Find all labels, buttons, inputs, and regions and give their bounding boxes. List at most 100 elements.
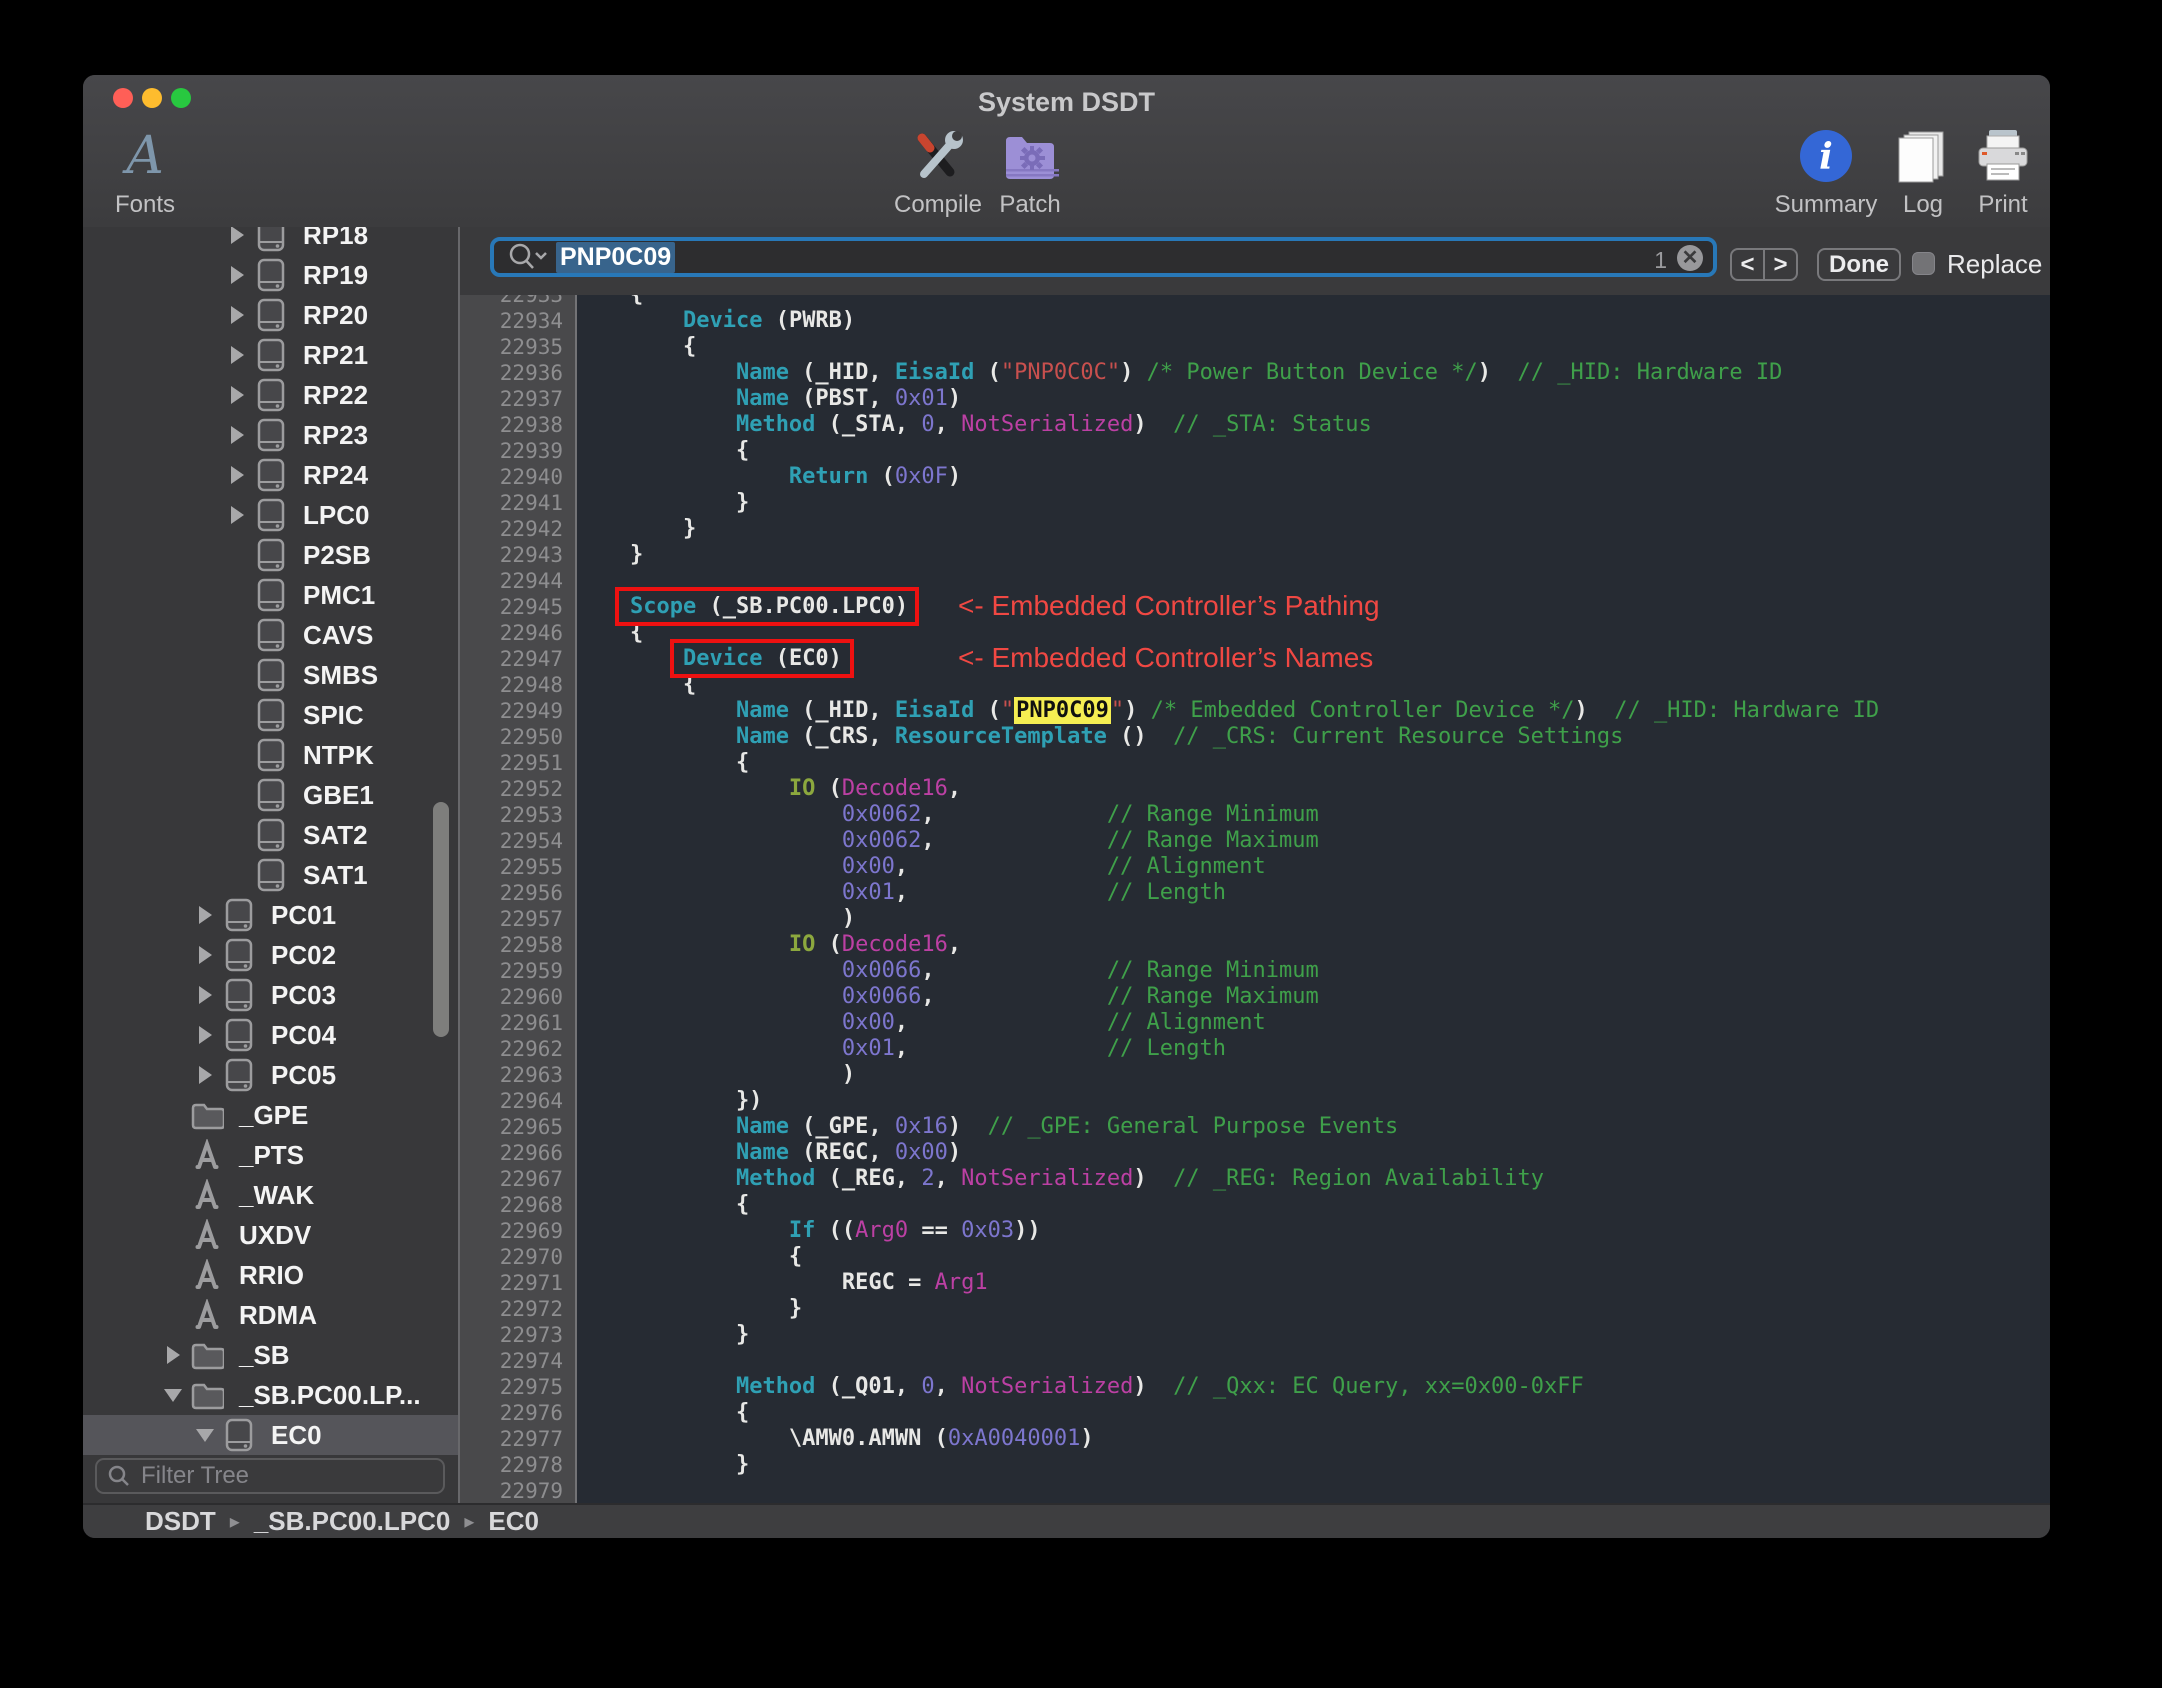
- disclosure-collapsed-icon[interactable]: [159, 1346, 187, 1364]
- breadcrumb-item[interactable]: _SB.PC00.LPC0: [254, 1506, 451, 1537]
- disclosure-collapsed-icon[interactable]: [223, 346, 251, 364]
- code-line[interactable]: 22958 IO (Decode16,: [460, 932, 2050, 958]
- disclosure-collapsed-icon[interactable]: [223, 306, 251, 324]
- disclosure-collapsed-icon[interactable]: [223, 386, 251, 404]
- tree-item-spic[interactable]: SPIC: [83, 695, 458, 735]
- code-line[interactable]: 22949 Name (_HID, EisaId ("PNP0C09") /* …: [460, 697, 2050, 724]
- tree-item--sb-pc00-lp-[interactable]: _SB.PC00.LP...: [83, 1375, 458, 1415]
- disclosure-collapsed-icon[interactable]: [223, 227, 251, 244]
- tree-item-sat1[interactable]: SAT1: [83, 855, 458, 895]
- breadcrumb-item[interactable]: DSDT: [145, 1506, 216, 1537]
- tree-item-pc03[interactable]: PC03: [83, 975, 458, 1015]
- code-line[interactable]: 22936 Name (_HID, EisaId ("PNP0C0C") /* …: [460, 360, 2050, 386]
- done-button[interactable]: Done: [1817, 248, 1901, 281]
- code-line[interactable]: 22957 ): [460, 906, 2050, 932]
- code-line[interactable]: 22960 0x0066, // Range Maximum: [460, 984, 2050, 1010]
- code-line[interactable]: 22951 {: [460, 750, 2050, 776]
- breadcrumb-item[interactable]: EC0: [488, 1506, 539, 1537]
- tree-item-rp19[interactable]: RP19: [83, 255, 458, 295]
- code-line[interactable]: 22975 Method (_Q01, 0, NotSerialized) //…: [460, 1374, 2050, 1400]
- code-line[interactable]: 22938 Method (_STA, 0, NotSerialized) //…: [460, 412, 2050, 438]
- code-line[interactable]: 22965 Name (_GPE, 0x16) // _GPE: General…: [460, 1114, 2050, 1140]
- tree-item-ec0[interactable]: EC0: [83, 1415, 458, 1455]
- tree-item-gbe1[interactable]: GBE1: [83, 775, 458, 815]
- tree-item-ntpk[interactable]: NTPK: [83, 735, 458, 775]
- disclosure-collapsed-icon[interactable]: [191, 906, 219, 924]
- search-input[interactable]: PNP0C09 1 ✕: [490, 237, 1717, 277]
- code-line[interactable]: 22939 {: [460, 438, 2050, 464]
- tree-item-sat2[interactable]: SAT2: [83, 815, 458, 855]
- disclosure-collapsed-icon[interactable]: [223, 266, 251, 284]
- code-line[interactable]: 22933 {: [460, 295, 2050, 308]
- tree-item-pc05[interactable]: PC05: [83, 1055, 458, 1095]
- tree-item-pmc1[interactable]: PMC1: [83, 575, 458, 615]
- print-button[interactable]: Print: [1943, 127, 2050, 219]
- tree-item-rp24[interactable]: RP24: [83, 455, 458, 495]
- tree-item-rp22[interactable]: RP22: [83, 375, 458, 415]
- code-line[interactable]: 22963 ): [460, 1062, 2050, 1088]
- tree-item-pc02[interactable]: PC02: [83, 935, 458, 975]
- code-line[interactable]: 22962 0x01, // Length: [460, 1036, 2050, 1062]
- code-line[interactable]: 22953 0x0062, // Range Minimum: [460, 802, 2050, 828]
- tree-item-p2sb[interactable]: P2SB: [83, 535, 458, 575]
- sidebar-scrollbar[interactable]: [433, 802, 449, 1037]
- filter-tree-input[interactable]: Filter Tree: [95, 1458, 445, 1494]
- code-line[interactable]: 22972 }: [460, 1296, 2050, 1322]
- tree-item-rp23[interactable]: RP23: [83, 415, 458, 455]
- code-line[interactable]: 22942 }: [460, 516, 2050, 542]
- code-line[interactable]: 22968 {: [460, 1192, 2050, 1218]
- code-line[interactable]: 22978 }: [460, 1452, 2050, 1478]
- tree-item-pc01[interactable]: PC01: [83, 895, 458, 935]
- code-line[interactable]: 22964 }): [460, 1088, 2050, 1114]
- replace-checkbox[interactable]: [1912, 252, 1935, 275]
- code-line[interactable]: 22937 Name (PBST, 0x01): [460, 386, 2050, 412]
- code-line[interactable]: 22943 }: [460, 542, 2050, 568]
- disclosure-expanded-icon[interactable]: [159, 1388, 187, 1402]
- tree-item-rrio[interactable]: RRIO: [83, 1255, 458, 1295]
- clear-search-icon[interactable]: ✕: [1677, 245, 1703, 271]
- tree-item-smbs[interactable]: SMBS: [83, 655, 458, 695]
- disclosure-collapsed-icon[interactable]: [191, 946, 219, 964]
- code-line[interactable]: 22950 Name (_CRS, ResourceTemplate () //…: [460, 724, 2050, 750]
- disclosure-collapsed-icon[interactable]: [223, 426, 251, 444]
- tree-item-rp21[interactable]: RP21: [83, 335, 458, 375]
- code-line[interactable]: 22979: [460, 1478, 2050, 1503]
- tree-item-rp20[interactable]: RP20: [83, 295, 458, 335]
- fonts-button[interactable]: A Fonts: [85, 127, 205, 219]
- disclosure-collapsed-icon[interactable]: [223, 506, 251, 524]
- code-line[interactable]: 22952 IO (Decode16,: [460, 776, 2050, 802]
- tree-item--wak[interactable]: _WAK: [83, 1175, 458, 1215]
- code-line[interactable]: 22966 Name (REGC, 0x00): [460, 1140, 2050, 1166]
- disclosure-expanded-icon[interactable]: [191, 1428, 219, 1442]
- code-line[interactable]: 22969 If ((Arg0 == 0x03)): [460, 1218, 2050, 1244]
- code-line[interactable]: 22971 REGC = Arg1: [460, 1270, 2050, 1296]
- disclosure-collapsed-icon[interactable]: [191, 986, 219, 1004]
- code-line[interactable]: 22976 {: [460, 1400, 2050, 1426]
- code-line[interactable]: 22959 0x0066, // Range Minimum: [460, 958, 2050, 984]
- tree-item--pts[interactable]: _PTS: [83, 1135, 458, 1175]
- code-line[interactable]: 22954 0x0062, // Range Maximum: [460, 828, 2050, 854]
- code-line[interactable]: 22961 0x00, // Alignment: [460, 1010, 2050, 1036]
- code-editor[interactable]: 22933 {22934 Device (PWRB)22935 {22936 N…: [460, 295, 2050, 1503]
- code-line[interactable]: 22974: [460, 1348, 2050, 1374]
- tree-item-cavs[interactable]: CAVS: [83, 615, 458, 655]
- patch-button[interactable]: Patch: [970, 127, 1090, 219]
- tree-item-pc04[interactable]: PC04: [83, 1015, 458, 1055]
- code-line[interactable]: 22970 {: [460, 1244, 2050, 1270]
- code-line[interactable]: 22941 }: [460, 490, 2050, 516]
- tree-item--gpe[interactable]: _GPE: [83, 1095, 458, 1135]
- disclosure-collapsed-icon[interactable]: [191, 1026, 219, 1044]
- tree-item-lpc0[interactable]: LPC0: [83, 495, 458, 535]
- code-line[interactable]: 22934 Device (PWRB): [460, 308, 2050, 334]
- tree-item-uxdv[interactable]: UXDV: [83, 1215, 458, 1255]
- find-previous-button[interactable]: <: [1732, 250, 1765, 279]
- code-line[interactable]: 22977 \AMW0.AMWN (0xA0040001): [460, 1426, 2050, 1452]
- tree-item--sb[interactable]: _SB: [83, 1335, 458, 1375]
- find-next-button[interactable]: >: [1765, 250, 1796, 279]
- disclosure-collapsed-icon[interactable]: [191, 1066, 219, 1084]
- tree-item-rp18[interactable]: RP18: [83, 227, 458, 255]
- code-line[interactable]: 22940 Return (0x0F): [460, 464, 2050, 490]
- code-line[interactable]: 22955 0x00, // Alignment: [460, 854, 2050, 880]
- code-line[interactable]: 22967 Method (_REG, 2, NotSerialized) //…: [460, 1166, 2050, 1192]
- code-line[interactable]: 22956 0x01, // Length: [460, 880, 2050, 906]
